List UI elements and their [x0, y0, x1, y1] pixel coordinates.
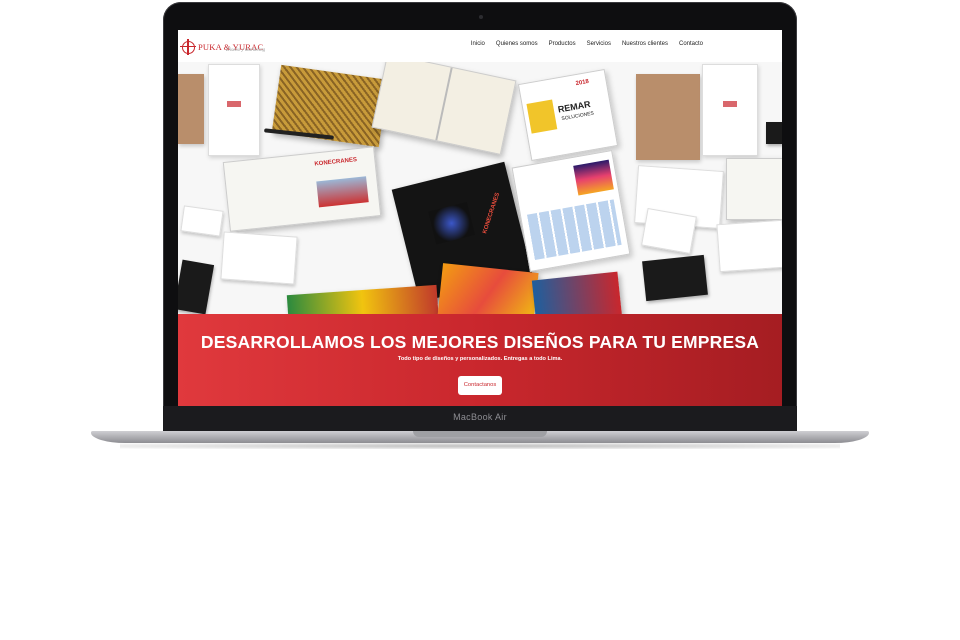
spiral-notebook-image: KONECRANES: [222, 146, 382, 232]
hero-banner: DESARROLLAMOS LOS MEJORES DISEÑOS PARA T…: [178, 314, 782, 406]
kraft-bag-right-image: [636, 74, 700, 160]
brochure-left-image: [286, 284, 440, 314]
hero-title: DESARROLLAMOS LOS MEJORES DISEÑOS PARA T…: [200, 332, 760, 352]
black-card-image: [178, 259, 215, 314]
nav-quienes-somos[interactable]: Quienes somos: [496, 41, 538, 47]
camera-icon: [479, 15, 483, 19]
laptop-shadow: [120, 443, 840, 449]
nav-contacto[interactable]: Contacto: [679, 41, 703, 47]
black-card-right-image: [642, 254, 708, 302]
business-card-stack-right-image: [716, 219, 782, 273]
contact-button[interactable]: Contactanos: [458, 376, 502, 395]
brochure-middle-image: [437, 263, 539, 314]
nav-productos[interactable]: Productos: [549, 41, 576, 47]
white-bag-image: [208, 64, 260, 156]
konecranes-brand-text: KONECRANES: [314, 157, 358, 168]
open-agenda-image: [371, 62, 517, 155]
main-nav: Inicio Quienes somos Productos Servicios…: [471, 41, 703, 47]
kraft-bag-image: [178, 74, 204, 144]
photo-calendar-image: [511, 149, 631, 273]
laptop-screen: PUKA & YURAC Diseño y marketing Inicio Q…: [178, 30, 782, 406]
nav-inicio[interactable]: Inicio: [471, 41, 485, 47]
black-card-right-top-image: [766, 122, 782, 144]
business-card-stack-image: [220, 231, 298, 285]
logo-mark-icon: [180, 38, 196, 55]
nav-nuestros-clientes[interactable]: Nuestros clientes: [622, 41, 668, 47]
site-header: PUKA & YURAC Diseño y marketing Inicio Q…: [178, 30, 782, 62]
calendar-year-text: 2018: [575, 78, 590, 88]
logo-tagline: Diseño y marketing: [226, 48, 266, 53]
nav-servicios[interactable]: Servicios: [587, 41, 611, 47]
white-bag-right-image: [702, 64, 758, 156]
laptop-base-notch: [413, 431, 547, 437]
site-logo[interactable]: PUKA & YURAC: [180, 38, 263, 56]
remar-calendar-image: REMAR SOLUCIONES 2018: [517, 68, 619, 162]
spiral-notebook-right-image: [726, 158, 782, 220]
brochure-right-image: [531, 271, 623, 314]
hero-subtitle: Todo tipo de diseños y personalizados. E…: [397, 356, 563, 362]
hero-product-collage: REMAR SOLUCIONES 2018 KONECRANES KONECRA…: [178, 62, 782, 314]
business-card-image: [180, 205, 224, 237]
laptop-model-label: MacBook Air: [453, 412, 507, 422]
business-card-right-image: [641, 207, 697, 255]
